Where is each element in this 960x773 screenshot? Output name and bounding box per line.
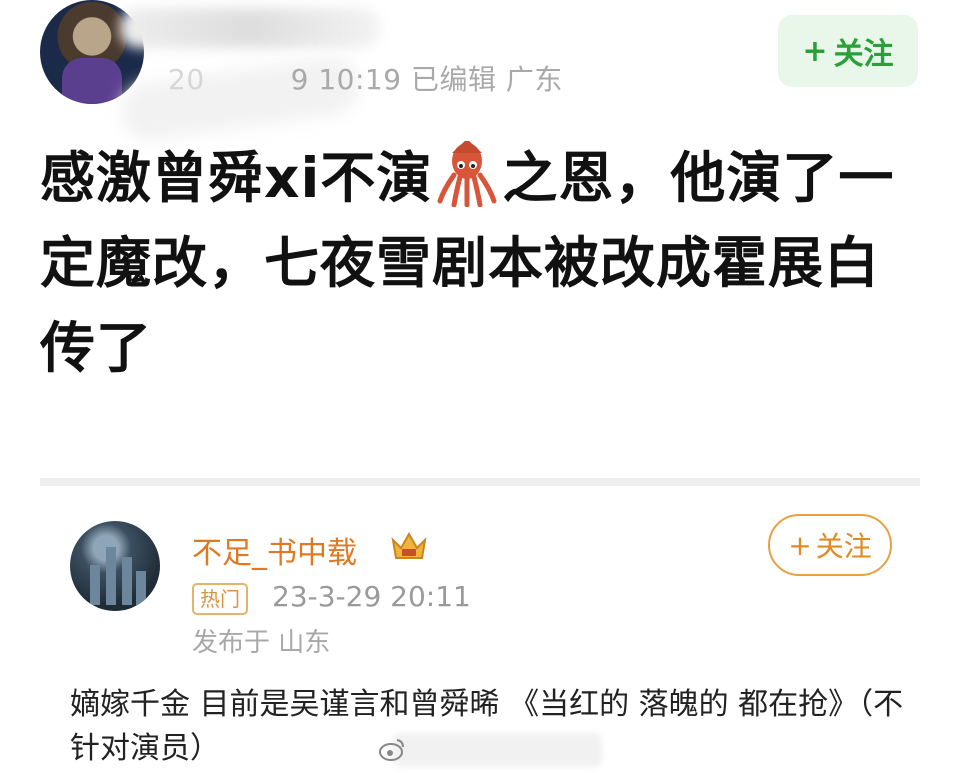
post-text-part1: 感激曾舜xi不演	[40, 146, 433, 210]
follow-label: 关注	[833, 37, 894, 72]
redacted-author-name	[120, 8, 380, 48]
weibo-logo-icon	[379, 739, 404, 761]
post-meta: 20 9 10:19 已编辑 广东	[168, 58, 563, 98]
section-divider	[40, 478, 920, 486]
crown-icon	[391, 531, 427, 559]
squid-emoji-icon	[437, 141, 497, 207]
avatar-jersey	[62, 58, 122, 104]
commenter-name[interactable]: 不足_书中载	[192, 528, 357, 572]
post-edited-label: 已编辑	[410, 63, 497, 96]
post-text: 感激曾舜xi不演 之恩，他演了一定魔改，七夜雪剧本被改成霍展白传了	[40, 136, 920, 391]
avatar-building	[136, 571, 146, 605]
avatar-building	[122, 557, 132, 605]
comment-follow-button[interactable]: + 关注	[768, 514, 892, 576]
follow-button[interactable]: + 关注	[778, 15, 918, 87]
plus-icon: +	[802, 33, 828, 69]
comment-timestamp: 23-3-29 20:11	[272, 580, 471, 613]
comment-location: 发布于 山东	[192, 628, 331, 658]
post-date-prefix: 20	[168, 63, 205, 96]
post-date: 9 10:19	[290, 63, 402, 96]
commenter-avatar[interactable]	[70, 521, 160, 611]
watermark-overlay	[392, 733, 602, 767]
avatar-building	[106, 547, 116, 605]
plus-icon: +	[788, 528, 812, 562]
post-location: 广东	[505, 63, 563, 96]
hot-badge: 热门	[192, 583, 248, 615]
follow-label: 关注	[815, 530, 872, 563]
avatar-building	[90, 565, 100, 605]
